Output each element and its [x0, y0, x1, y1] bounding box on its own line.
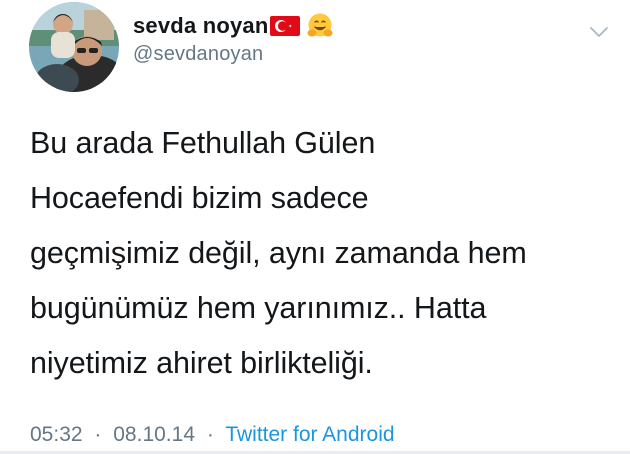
- tweet-meta: 05:32 · 08.10.14 · Twitter for Android: [30, 423, 395, 447]
- tweet-date[interactable]: 08.10.14: [113, 423, 195, 446]
- tweet-time[interactable]: 05:32: [30, 423, 83, 446]
- hugging-face-icon: [307, 13, 333, 37]
- tweet-text-line: Bu arada Fethullah Gülen: [30, 126, 376, 160]
- tweet-source-link[interactable]: Twitter for Android: [225, 423, 394, 446]
- tweet-text-line: Hocaefendi bizim sadece: [30, 181, 369, 215]
- avatar[interactable]: [29, 2, 119, 92]
- user-handle[interactable]: @sevdanoyan: [133, 43, 334, 66]
- name-row: sevda noyan: [133, 11, 334, 41]
- tweet-text-line: bugünümüz hem yarınımız.. Hatta: [30, 291, 487, 325]
- tweet-card: sevda noyan @sevdanoyan Bu arada Fethull…: [0, 0, 630, 454]
- meta-separator: ·: [206, 423, 214, 446]
- display-name[interactable]: sevda noyan: [133, 13, 268, 39]
- turkey-flag-icon: [270, 16, 301, 36]
- meta-separator: ·: [94, 423, 102, 446]
- chevron-down-icon[interactable]: [587, 22, 611, 42]
- user-info: sevda noyan @sevdanoyan: [133, 11, 334, 66]
- tweet-text-line: niyetimiz ahiret birlikteliği.: [30, 346, 373, 380]
- tweet-text-line: geçmişimiz değil, aynı zamanda hem: [30, 236, 527, 270]
- tweet-text: Bu arada Fethullah Gülen Hocaefendi bizi…: [30, 116, 615, 391]
- avatar-photo: [29, 2, 119, 92]
